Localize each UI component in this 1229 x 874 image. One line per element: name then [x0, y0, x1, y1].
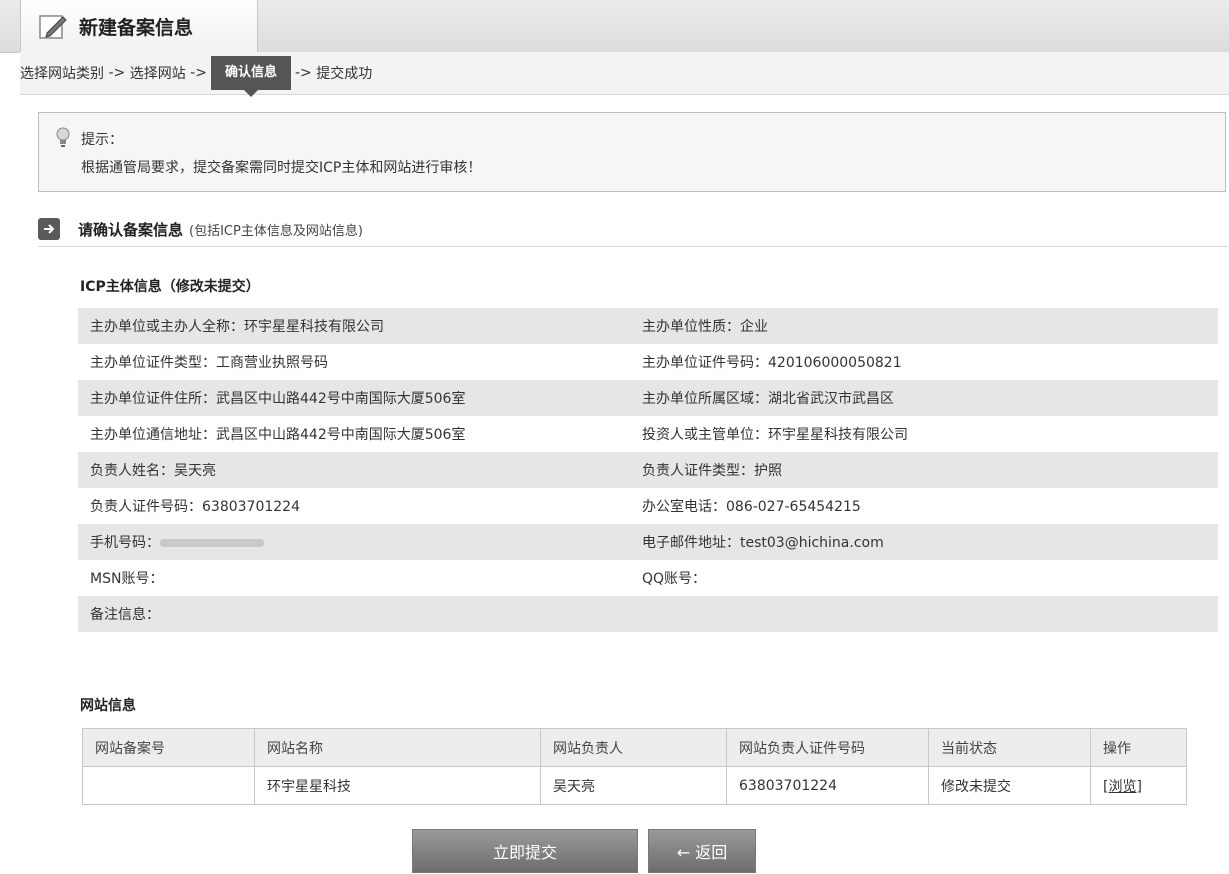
info-cell-mobile: 手机号码：: [78, 532, 642, 552]
tip-title: 提示：: [81, 132, 123, 148]
cell-owner-id: 63803701224: [726, 766, 929, 805]
info-cell: 负责人证件类型：护照: [642, 463, 782, 479]
site-info-table: 网站备案号 网站名称 网站负责人 网站负责人证件号码 当前状态 操作 环宇星星科…: [82, 728, 1187, 805]
info-cell: 电子邮件地址：test03@hichina.com: [642, 535, 884, 551]
step-breadcrumb: 选择网站类别 -> 选择网站 -> 确认信息 -> 提交成功: [20, 52, 1229, 97]
tab-title: 新建备案信息: [79, 17, 194, 39]
tab-bar: 新建备案信息: [0, 0, 1229, 53]
cell-action: [浏览]: [1090, 766, 1187, 805]
lightbulb-icon: [55, 127, 71, 153]
back-button[interactable]: ← 返回: [648, 829, 756, 873]
info-cell: 主办单位性质：企业: [642, 319, 768, 335]
icp-info-title: ICP主体信息（修改未提交）: [80, 279, 260, 295]
info-row: 主办单位证件类型：工商营业执照号码 主办单位证件号码：4201060000508…: [78, 344, 1218, 380]
cell-owner: 吴天亮: [540, 766, 727, 805]
info-row: 手机号码： 电子邮件地址：test03@hichina.com: [78, 524, 1218, 560]
mobile-label: 手机号码：: [90, 535, 160, 551]
section-title: 请确认备案信息: [78, 220, 184, 239]
info-cell: 办公室电话：086-027-65454215: [642, 499, 861, 515]
info-row: 负责人姓名：吴天亮 负责人证件类型：护照: [78, 452, 1218, 488]
info-cell: 主办单位证件住所：武昌区中山路442号中南国际大厦506室: [90, 391, 466, 407]
table-header: 网站名称: [254, 728, 541, 767]
step-3-active: 确认信息: [210, 56, 291, 97]
table-header-row: 网站备案号 网站名称 网站负责人 网站负责人证件号码 当前状态 操作: [82, 728, 1187, 767]
step-1: 选择网站类别: [20, 66, 104, 82]
info-cell: MSN账号：: [90, 571, 164, 587]
step-separator: ->: [108, 65, 126, 81]
info-row: 备注信息：: [78, 596, 1218, 632]
info-row: 负责人证件号码：63803701224 办公室电话：086-027-654542…: [78, 488, 1218, 524]
table-row: 环宇星星科技 吴天亮 63803701224 修改未提交 [浏览]: [82, 766, 1187, 805]
info-row: 主办单位或主办人全称：环宇星星科技有限公司 主办单位性质：企业: [78, 308, 1218, 344]
browse-link[interactable]: [浏览]: [1103, 779, 1142, 795]
tab-new-record[interactable]: 新建备案信息: [20, 0, 258, 53]
info-cell: 主办单位证件号码：420106000050821: [642, 355, 902, 371]
info-row: 主办单位证件住所：武昌区中山路442号中南国际大厦506室 主办单位所属区域：湖…: [78, 380, 1218, 416]
info-cell: 投资人或主管单位：环宇星星科技有限公司: [642, 427, 908, 443]
table-header: 网站备案号: [82, 728, 255, 767]
section-note: (包括ICP主体信息及网站信息): [189, 223, 363, 239]
icp-info-table: 主办单位或主办人全称：环宇星星科技有限公司 主办单位性质：企业 主办单位证件类型…: [78, 308, 1218, 632]
table-header: 当前状态: [928, 728, 1091, 767]
step-4: 提交成功: [316, 66, 373, 82]
info-cell: 备注信息：: [90, 607, 160, 623]
edit-pencil-icon: [33, 7, 73, 47]
cell-status: 修改未提交: [928, 766, 1091, 805]
step-2: 选择网站: [129, 66, 186, 82]
site-info-title: 网站信息: [80, 698, 136, 714]
cell-site-name: 环宇星星科技: [254, 766, 541, 805]
info-cell: 主办单位所属区域：湖北省武汉市武昌区: [642, 391, 894, 407]
info-cell: 主办单位证件类型：工商营业执照号码: [90, 355, 328, 371]
info-cell: 主办单位通信地址：武昌区中山路442号中南国际大厦506室: [90, 427, 466, 443]
info-cell: 负责人证件号码：63803701224: [90, 499, 300, 515]
cell-record-no: [82, 766, 255, 805]
info-cell: QQ账号：: [642, 571, 707, 587]
submit-button[interactable]: 立即提交: [412, 829, 638, 873]
tip-text: 根据通管局要求，提交备案需同时提交ICP主体和网站进行审核！: [81, 160, 482, 176]
table-header: 网站负责人证件号码: [726, 728, 929, 767]
info-cell: 主办单位或主办人全称：环宇星星科技有限公司: [90, 319, 384, 335]
table-header: 网站负责人: [540, 728, 727, 767]
confirm-section-header: 请确认备案信息 (包括ICP主体信息及网站信息): [38, 212, 1228, 247]
redacted-value: [160, 539, 264, 547]
arrow-right-icon: [38, 218, 60, 240]
step-separator: ->: [294, 65, 312, 81]
info-row: MSN账号： QQ账号：: [78, 560, 1218, 596]
tip-box: 提示： 根据通管局要求，提交备案需同时提交ICP主体和网站进行审核！: [38, 112, 1226, 192]
step-separator: ->: [190, 65, 207, 81]
info-cell: 负责人姓名：吴天亮: [90, 463, 216, 479]
info-row: 主办单位通信地址：武昌区中山路442号中南国际大厦506室 投资人或主管单位：环…: [78, 416, 1218, 452]
table-header: 操作: [1090, 728, 1187, 767]
